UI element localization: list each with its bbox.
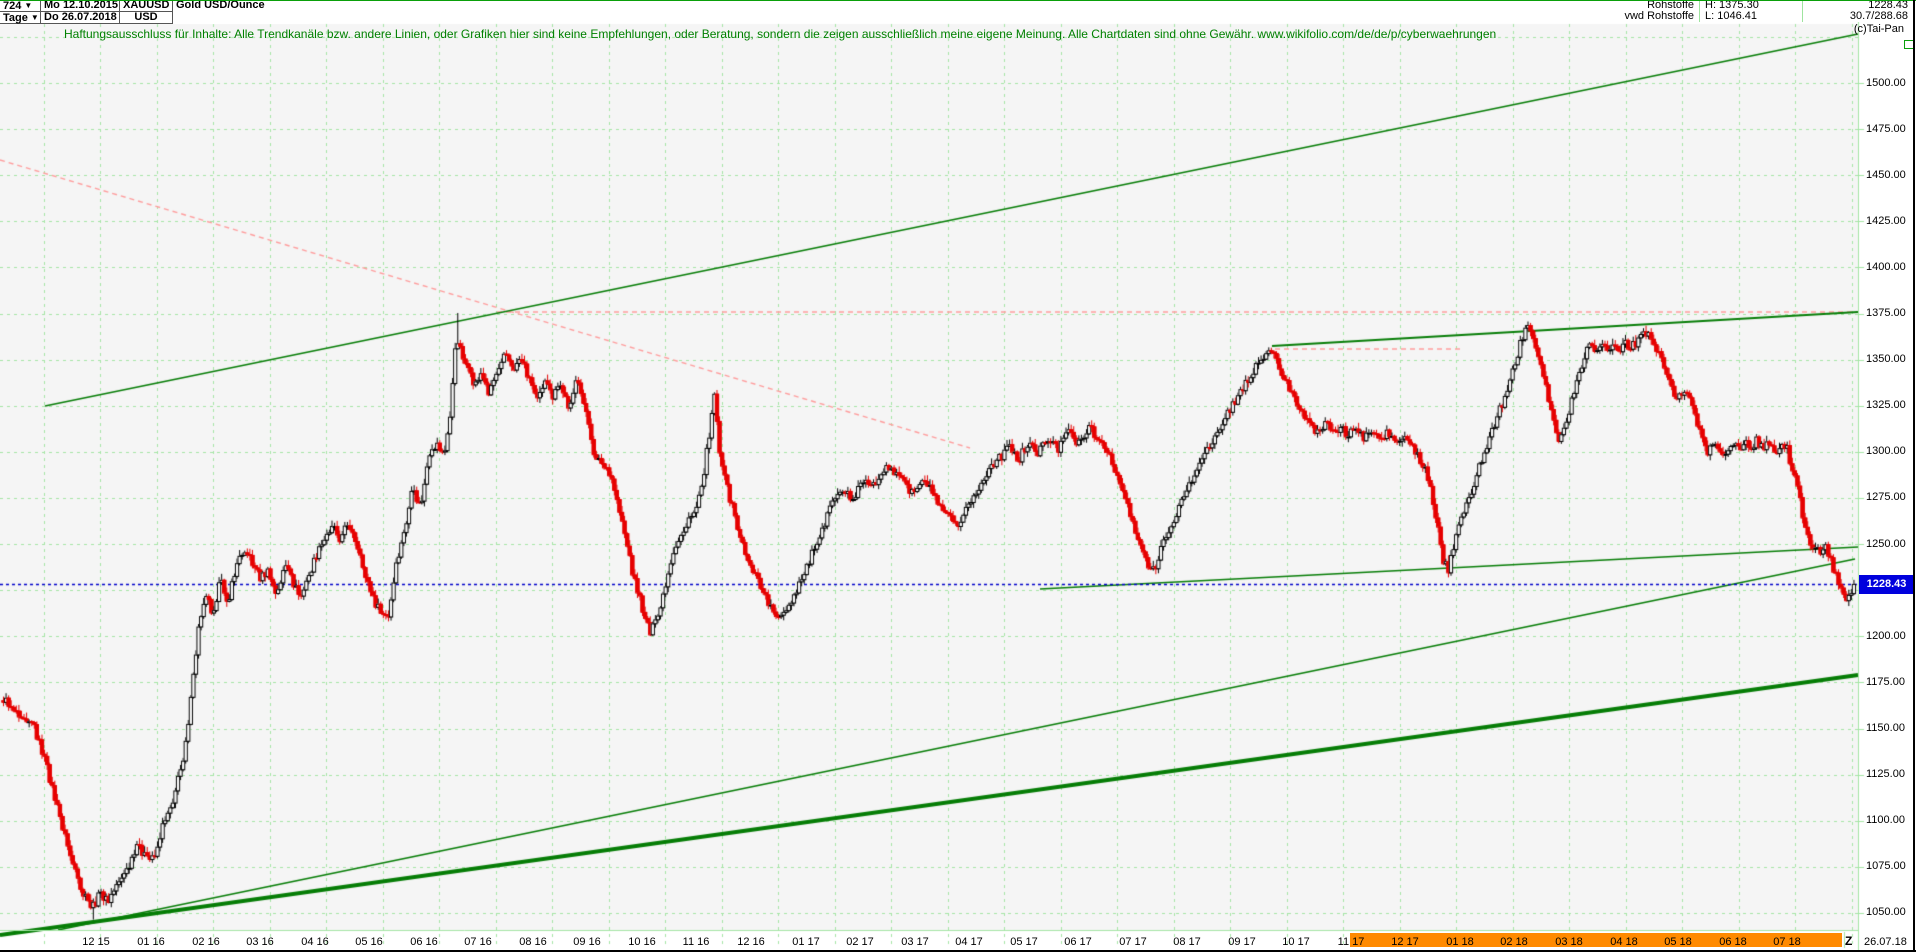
y-axis-label: 1200.00 — [1866, 629, 1906, 642]
date-to-field[interactable]: Do 26.07.2018 — [41, 12, 120, 24]
currency-label: USD — [120, 12, 173, 24]
y-axis-label: 1475.00 — [1866, 122, 1906, 135]
current-price-tag: 1228.43 — [1859, 574, 1914, 594]
x-axis-label: 04 16 — [301, 936, 329, 948]
x-axis-label: 01 18 — [1446, 936, 1474, 948]
bars-period-column: 724 ▼ Tage ▼ — [0, 0, 41, 24]
x-axis-label: 12 15 — [82, 936, 110, 948]
y-axis-label: 1150.00 — [1866, 722, 1905, 735]
x-axis-label: 04 17 — [955, 936, 983, 948]
x-axis-label: 12 17 — [1391, 936, 1419, 948]
x-axis-label: 07 16 — [464, 936, 492, 948]
instrument-name-spacer — [173, 11, 309, 22]
y-axis-label: 1050.00 — [1866, 906, 1906, 919]
y-axis-label: 1400.00 — [1866, 260, 1906, 273]
y-axis-label: 1375.00 — [1866, 307, 1906, 320]
x-axis-label: 05 18 — [1664, 936, 1692, 948]
quote-panel: Rohstoffe vwd Rohstoffe H: 1375.30 L: 10… — [1551, 0, 1913, 22]
period-dropdown[interactable]: Tage ▼ — [0, 12, 41, 24]
y-axis-label: 1500.00 — [1866, 76, 1906, 89]
y-axis-label: 1450.00 — [1866, 168, 1906, 181]
y-axis-label: 1275.00 — [1866, 491, 1906, 504]
y-axis-label: 1300.00 — [1866, 445, 1906, 458]
taipan-chart-window: 724 ▼ Tage ▼ Mo 12.10.2015 Do 26.07.2018… — [0, 0, 1916, 952]
y-axis-label: 1325.00 — [1866, 399, 1906, 412]
x-axis-label: 10 17 — [1282, 936, 1310, 948]
price-chart-canvas[interactable] — [0, 0, 1916, 952]
copyright-label: (c)Tai-Pan — [1853, 23, 1904, 35]
x-axis-label: 06 17 — [1064, 936, 1092, 948]
zoom-z-button[interactable]: Z — [1845, 934, 1852, 948]
x-axis-label: 03 16 — [246, 936, 274, 948]
y-axis-label: 1075.00 — [1866, 860, 1906, 873]
y-axis-label: 1425.00 — [1866, 214, 1906, 227]
quote-last-column: 1228.43 30.7/288.68 — [1803, 0, 1913, 22]
x-axis-label: 11 16 — [682, 936, 710, 948]
y-axis-label: 1250.00 — [1866, 537, 1906, 550]
x-axis-label: 10 16 — [628, 936, 656, 948]
disclaimer-text: Haftungsausschluss für Inhalte: Alle Tre… — [64, 27, 1497, 41]
x-axis-label: 01 16 — [137, 936, 165, 948]
x-axis-label: 09 16 — [573, 936, 601, 948]
stats-value: 30.7/288.68 — [1803, 11, 1913, 22]
bars-count-dropdown[interactable]: 724 ▼ — [0, 0, 41, 12]
x-axis-label: 08 17 — [1173, 936, 1201, 948]
x-axis-label: 07 18 — [1773, 936, 1801, 948]
x-axis-label: 03 17 — [901, 936, 929, 948]
y-axis-label: 1350.00 — [1866, 353, 1906, 366]
y-axis-label: 1100.00 — [1866, 814, 1905, 827]
x-axis-label: 06 16 — [410, 936, 438, 948]
x-axis-label: 09 17 — [1228, 936, 1256, 948]
symbol-column: XAUUSD USD — [120, 0, 173, 24]
window-right-edge — [1913, 0, 1915, 952]
chart-settings-header: 724 ▼ Tage ▼ Mo 12.10.2015 Do 26.07.2018… — [0, 0, 309, 24]
x-axis-label: 02 18 — [1500, 936, 1528, 948]
x-axis-label: 11 17 — [1337, 936, 1365, 948]
y-axis-label: 1175.00 — [1866, 675, 1905, 688]
x-axis-label: 08 16 — [519, 936, 547, 948]
last-date-label: 26.07.18 — [1864, 936, 1907, 948]
instrument-name: Gold USD/Ounce — [173, 0, 309, 11]
quote-category-column: Rohstoffe vwd Rohstoffe — [1551, 0, 1700, 22]
x-axis-label: 07 17 — [1119, 936, 1147, 948]
date-range-column: Mo 12.10.2015 Do 26.07.2018 — [41, 0, 120, 24]
x-axis-label: 12 16 — [737, 936, 765, 948]
y-axis-label: 1125.00 — [1866, 768, 1905, 781]
chevron-down-icon: ▼ — [30, 13, 39, 22]
source-label: vwd Rohstoffe — [1551, 11, 1700, 22]
x-axis-label: 02 17 — [846, 936, 874, 948]
x-axis-label: 01 17 — [792, 936, 820, 948]
x-axis-label: 05 16 — [355, 936, 383, 948]
top-border-line — [0, 0, 1916, 1]
x-axis-label: 06 18 — [1719, 936, 1747, 948]
quote-highlow-column: H: 1375.30 L: 1046.41 — [1700, 0, 1803, 22]
x-axis-label: 02 16 — [192, 936, 220, 948]
x-axis-label: 03 18 — [1555, 936, 1583, 948]
instrument-column: Gold USD/Ounce — [173, 0, 309, 24]
chevron-down-icon: ▼ — [24, 1, 33, 10]
low-value: L: 1046.41 — [1700, 11, 1803, 22]
x-axis-label: 05 17 — [1010, 936, 1038, 948]
x-axis-highlight-band — [1350, 933, 1842, 947]
x-axis-label: 04 18 — [1610, 936, 1638, 948]
